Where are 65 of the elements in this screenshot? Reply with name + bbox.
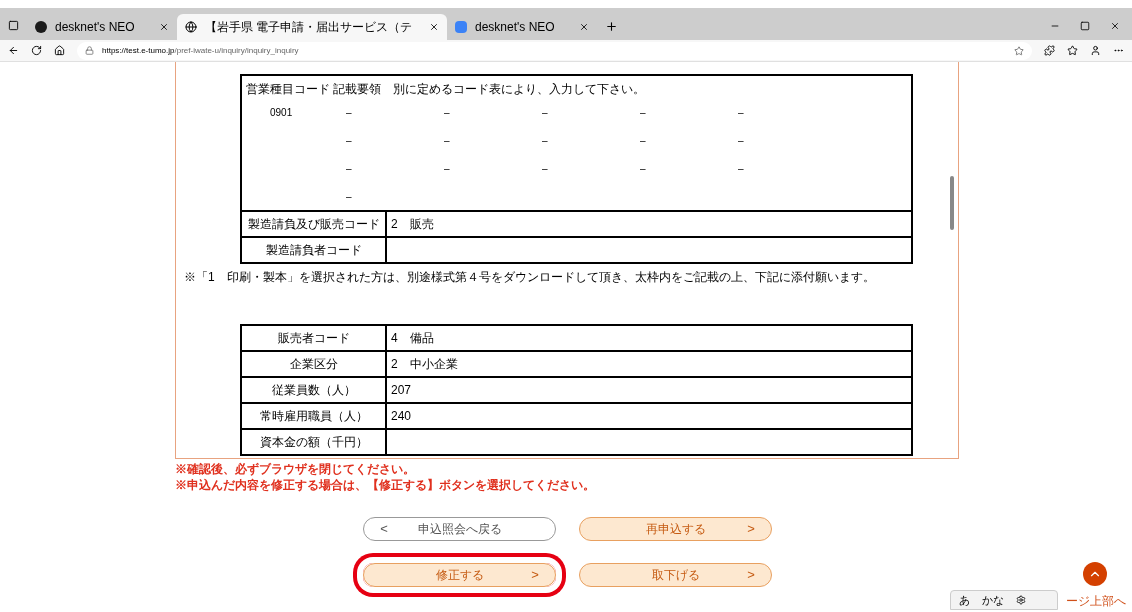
tab-actions-icon[interactable] — [8, 20, 19, 31]
table-cell-text: 207 — [390, 382, 413, 399]
dash-mark: – — [346, 106, 352, 118]
dash-mark: – — [444, 106, 450, 118]
section-heading: 営業種目コード 記載要領 別に定めるコード表により、入力して下さい。 — [246, 81, 647, 98]
table-cell: 製造請負及び販売コード — [242, 212, 387, 236]
dash-mark: – — [346, 134, 352, 146]
table-cell: 販売者コード — [242, 326, 387, 350]
warning-text: ※申込んだ内容を修正する場合は、【修正する】ボタンを選択してください。 — [175, 477, 595, 493]
table-cell: 資本金の額（千円） — [242, 430, 387, 454]
favorite-icon[interactable] — [1014, 45, 1024, 56]
page-top-button[interactable] — [1083, 562, 1107, 586]
dash-mark: – — [346, 162, 352, 174]
back-icon[interactable] — [8, 45, 19, 56]
lock-icon — [85, 46, 94, 55]
action-button[interactable]: 再申込する > — [579, 517, 772, 541]
browser-tab[interactable]: 【岩手県 電子申請・届出サービス（テ — [177, 14, 447, 40]
ime-kana-text[interactable]: かな — [982, 591, 1004, 609]
dash-mark: – — [640, 162, 646, 174]
close-icon[interactable] — [159, 22, 169, 32]
table-cell: 企業区分 — [242, 352, 387, 376]
table-cell-text: 240 — [390, 408, 413, 425]
scrollbar-thumb[interactable] — [950, 176, 954, 230]
page-top-label: ージ上部へ — [1066, 592, 1126, 610]
table-cell-text: 2 中小企業 — [390, 356, 459, 373]
close-icon[interactable] — [1110, 21, 1120, 31]
dash-mark: – — [738, 134, 744, 146]
dash-mark: – — [444, 162, 450, 174]
dash-mark: – — [542, 134, 548, 146]
action-button[interactable]: 取下げる > — [579, 563, 772, 587]
dash-mark: – — [542, 106, 548, 118]
extensions-icon[interactable] — [1044, 45, 1055, 56]
favorites-icon[interactable] — [1067, 45, 1078, 56]
action-button[interactable]: 修正する > — [363, 563, 556, 587]
browser-tab[interactable]: desknet's NEO — [447, 14, 597, 40]
table-cell-text: 4 備品 — [390, 330, 435, 347]
app-icon — [455, 21, 467, 33]
globe-icon — [185, 21, 197, 33]
table-cell: 製造請負者コード — [242, 238, 387, 262]
table-cell: 従業員数（人） — [242, 378, 387, 402]
note-text: ※「1 印刷・製本」を選択された方は、別途様式第４号をダウンロードして頂き、太枠内をご記載の上、下記に添付願います。 — [184, 269, 876, 286]
new-tab-icon[interactable] — [605, 20, 618, 33]
dash-mark: – — [444, 134, 450, 146]
dash-mark: – — [542, 162, 548, 174]
action-button[interactable]: < 申込照会へ戻る — [363, 517, 556, 541]
table-cell-text: 2 販売 — [390, 216, 435, 233]
table-cell: 常時雇用職員（人） — [242, 404, 387, 428]
browser-logo-icon — [35, 21, 47, 33]
settings-icon[interactable] — [1016, 595, 1026, 605]
home-icon[interactable] — [54, 45, 65, 56]
browser-tab[interactable]: desknet's NEO — [27, 14, 177, 40]
dash-mark: – — [738, 162, 744, 174]
ime-mode-text[interactable]: あ — [959, 591, 970, 609]
close-icon[interactable] — [429, 22, 439, 32]
dash-mark: – — [640, 106, 646, 118]
code-value: 0901 — [270, 106, 293, 118]
close-icon[interactable] — [579, 22, 589, 32]
profile-icon[interactable] — [1090, 45, 1101, 56]
dash-mark: – — [738, 106, 744, 118]
address-bar[interactable]: https://test.e-tumo.jp/pref-iwate-u/inquiry/inquiry_inquiry — [77, 41, 1032, 60]
dash-mark: – — [346, 190, 352, 202]
dash-mark: – — [640, 134, 646, 146]
maximize-icon[interactable] — [1080, 21, 1090, 31]
refresh-icon[interactable] — [31, 45, 42, 56]
warning-text: ※確認後、必ずブラウザを閉じてください。 — [175, 461, 416, 477]
